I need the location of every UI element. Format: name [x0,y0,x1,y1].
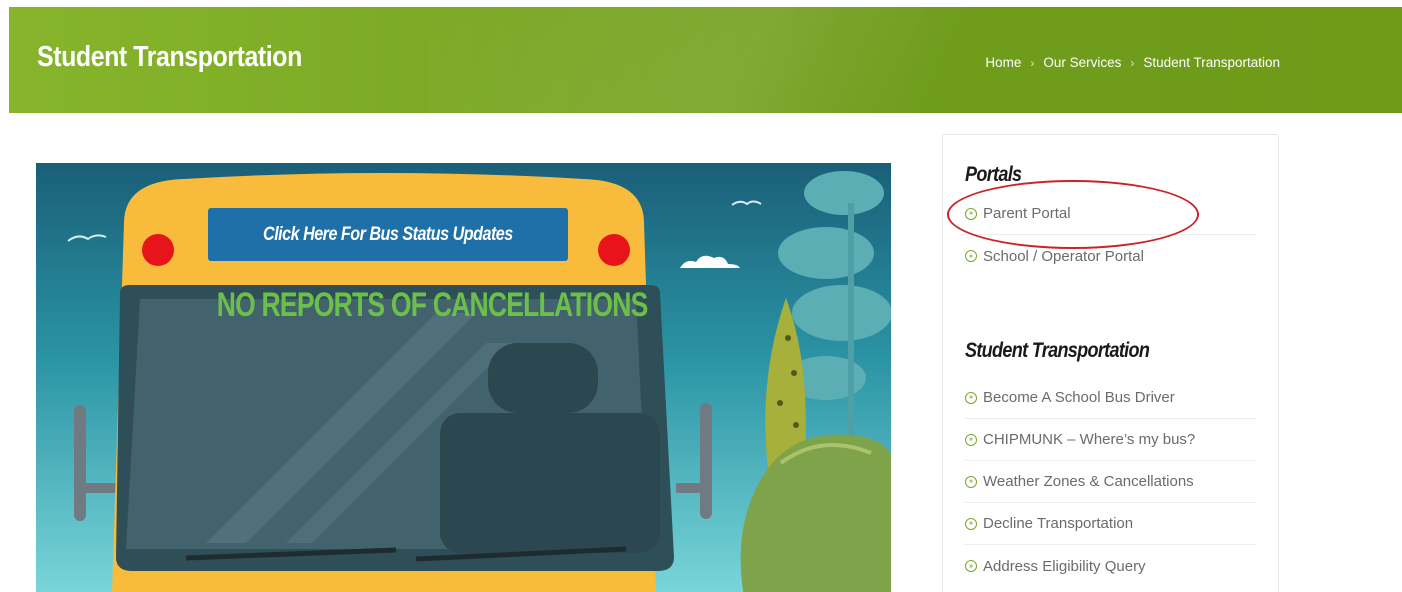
arrow-circle-icon: » [965,207,977,220]
student-transportation-heading-label: Student Transportation [965,339,1150,362]
arrow-circle-icon: » [965,433,977,446]
sidebar-item-decline-transportation[interactable]: » Decline Transportation [965,503,1256,545]
sidebar-item-label: Weather Zones & Cancellations [983,473,1194,490]
breadcrumb-our-services-link[interactable]: Our Services [1043,55,1121,70]
student-transportation-list: » Become A School Bus Driver » CHIPMUNK … [965,377,1256,587]
arrow-circle-icon: » [965,250,977,262]
arrow-circle-icon: » [965,391,977,404]
breadcrumb: Home › Our Services › Student Transporta… [985,55,1280,70]
student-transportation-heading: Student Transportation [965,339,1256,363]
bus-status-updates-button[interactable]: Click Here For Bus Status Updates [208,208,568,261]
portals-list: » Parent Portal » School / Operator Port… [965,193,1256,277]
cancellation-status-text: NO REPORTS OF CANCELLATIONS [156,286,649,325]
bus-status-button-label: Click Here For Bus Status Updates [263,223,513,245]
sidebar-item-weather-zones[interactable]: » Weather Zones & Cancellations [965,461,1256,503]
breadcrumb-home-link[interactable]: Home [985,55,1021,70]
page-header-banner: Student Transportation Home › Our Servic… [9,7,1402,113]
arrow-circle-icon: » [965,560,977,572]
page: Student Transportation Home › Our Servic… [0,0,1402,592]
student-transportation-section: Student Transportation » Become A School… [965,339,1256,587]
portals-heading-label: Portals [965,163,1022,186]
portals-heading: Portals [965,163,1256,187]
sidebar-item-chipmunk[interactable]: » CHIPMUNK – Where’s my bus? [965,419,1256,461]
sidebar-item-parent-portal[interactable]: » Parent Portal [965,193,1256,235]
arrow-circle-icon: » [965,475,977,488]
sidebar-item-label: Parent Portal [983,205,1071,222]
cancellation-status-label: NO REPORTS OF CANCELLATIONS [216,286,649,324]
breadcrumb-current-page[interactable]: Student Transportation [1143,55,1280,70]
sidebar-item-address-eligibility[interactable]: » Address Eligibility Query [965,545,1256,587]
page-title: Student Transportation [37,41,302,73]
breadcrumb-separator-icon: › [1130,55,1135,70]
arrow-circle-icon: » [965,517,977,530]
sidebar-item-label: Address Eligibility Query [983,557,1146,575]
sidebar-item-label: CHIPMUNK – Where’s my bus? [983,431,1196,448]
sidebar-item-label: Become A School Bus Driver [983,389,1175,406]
sidebar-item-school-operator-portal[interactable]: » School / Operator Portal [965,235,1256,277]
sidebar-item-label: Decline Transportation [983,515,1134,532]
breadcrumb-separator-icon: › [1030,55,1035,70]
sidebar-item-become-bus-driver[interactable]: » Become A School Bus Driver [965,377,1256,419]
bus-status-hero[interactable]: Click Here For Bus Status Updates NO REP… [36,163,891,592]
sidebar: Portals » Parent Portal » School / Opera… [942,134,1279,592]
sidebar-item-label: School / Operator Portal [983,247,1144,265]
